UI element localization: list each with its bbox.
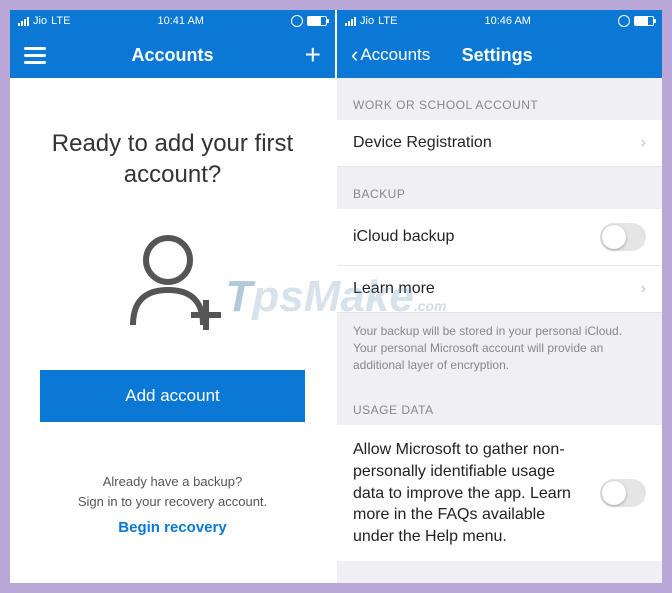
icloud-backup-row: iCloud backup [337,209,662,266]
status-bar: Jio LTE 10:41 AM [10,10,335,32]
backup-prompt-1: Already have a backup? [10,472,335,492]
signal-icon [18,16,29,26]
add-account-button[interactable]: Add account [40,370,305,422]
clock: 10:41 AM [157,15,203,27]
usage-data-row: Allow Microsoft to gather non-personally… [337,425,662,561]
section-header-backup: BACKUP [337,167,662,209]
clock: 10:46 AM [484,15,530,27]
carrier-label: Jio [360,15,374,27]
backup-prompt-2: Sign in to your recovery account. [10,492,335,512]
carrier-label: Jio [33,15,47,27]
hero-title: Ready to add your first account? [40,128,305,190]
network-label: LTE [378,15,397,27]
backup-note: Your backup will be stored in your perso… [337,313,662,383]
usage-text: Allow Microsoft to gather non-personally… [353,439,588,547]
battery-icon [307,16,327,26]
signal-icon [345,16,356,26]
row-label: Learn more [353,280,435,298]
icloud-backup-toggle[interactable] [600,223,646,251]
chevron-right-icon: › [641,134,646,152]
chevron-right-icon: › [641,280,646,298]
row-label: iCloud backup [353,228,454,246]
device-registration-row[interactable]: Device Registration › [337,120,662,167]
accounts-screen: Jio LTE 10:41 AM Accounts + Ready to add… [10,10,335,583]
learn-more-row[interactable]: Learn more › [337,266,662,313]
status-bar: Jio LTE 10:46 AM [337,10,662,32]
nav-bar: ‹ Accounts Settings [337,32,662,78]
chevron-left-icon: ‹ [351,42,358,68]
add-button[interactable]: + [305,39,321,71]
alarm-icon [291,15,303,27]
network-label: LTE [51,15,70,27]
nav-bar: Accounts + [10,32,335,78]
alarm-icon [618,15,630,27]
menu-button[interactable] [24,47,46,64]
section-header-usage: USAGE DATA [337,383,662,425]
settings-screen: Jio LTE 10:46 AM ‹ Accounts Settings WOR… [337,10,662,583]
begin-recovery-link[interactable]: Begin recovery [118,519,226,536]
nav-title: Accounts [68,45,277,66]
add-person-icon [118,230,228,340]
section-header-work: WORK OR SCHOOL ACCOUNT [337,78,662,120]
nav-title: Settings [390,45,604,66]
usage-data-toggle[interactable] [600,479,646,507]
battery-icon [634,16,654,26]
row-label: Device Registration [353,134,492,152]
